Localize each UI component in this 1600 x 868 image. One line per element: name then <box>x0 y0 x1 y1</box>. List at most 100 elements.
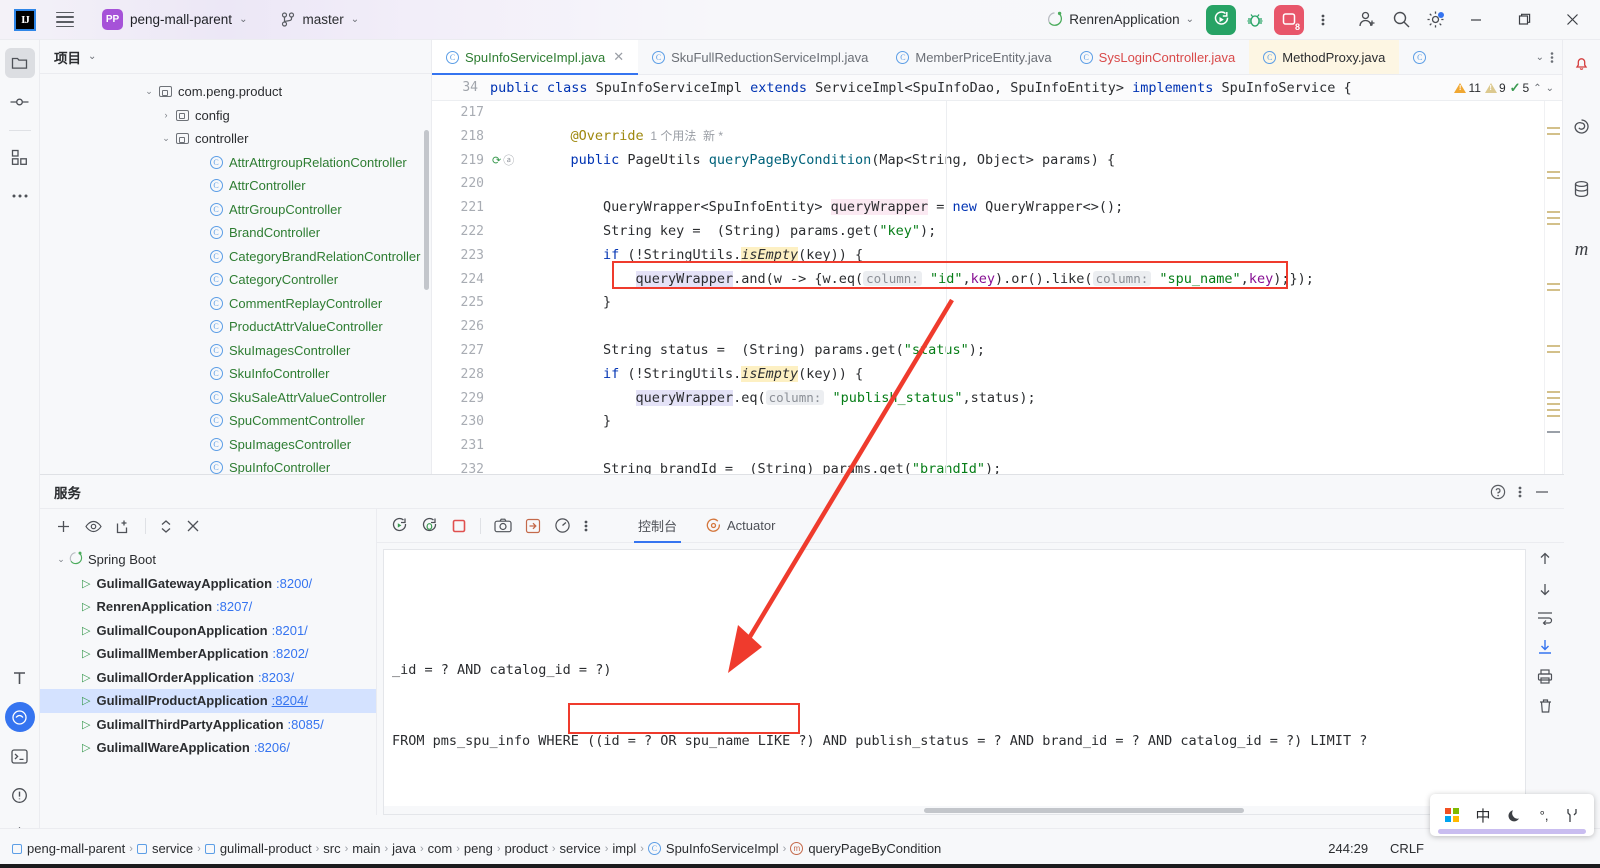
camera-icon[interactable] <box>494 518 512 533</box>
notifications-icon[interactable] <box>1567 48 1597 78</box>
run-icon[interactable]: ▷ <box>82 741 90 754</box>
service-port-link[interactable]: :8203/ <box>258 670 294 685</box>
chevron-down-icon[interactable]: ⌄ <box>159 133 173 144</box>
service-node[interactable]: ▷ RenrenApplication:8207/ <box>40 595 376 619</box>
breadcrumb-item[interactable]: C SpuInfoServiceImpl <box>647 841 779 856</box>
run-icon[interactable]: ▷ <box>82 718 90 731</box>
breadcrumb-item[interactable]: peng-mall-parent <box>12 841 125 856</box>
scroll-to-end-icon[interactable] <box>1537 639 1553 655</box>
sidebar-item-structure[interactable] <box>5 142 35 172</box>
stop-services-button[interactable]: 8 <box>1274 4 1304 35</box>
project-selector[interactable]: PP peng-mall-parent ⌄ <box>96 6 253 33</box>
stop-icon[interactable] <box>451 518 467 534</box>
console-horizontal-scrollbar[interactable] <box>384 806 1525 814</box>
sidebar-item-structure-t[interactable] <box>5 663 35 693</box>
expand-collapse-icon[interactable] <box>160 519 172 534</box>
error-stripe-marker-bar[interactable] <box>1544 101 1562 474</box>
inspection-widget[interactable]: 11 9 ✓ 5 ⌃ ⌄ <box>1454 75 1554 101</box>
more-actions-button[interactable] <box>1308 5 1338 35</box>
tree-node[interactable]: C CategoryBrandRelationController <box>40 245 431 269</box>
service-node[interactable]: ▷ GulimallCouponApplication:8201/ <box>40 619 376 643</box>
override-gutter-icon[interactable]: ⓐ <box>503 149 514 173</box>
service-port-link[interactable]: :8201/ <box>272 623 308 638</box>
tree-node[interactable]: C ProductAttrValueController <box>40 315 431 339</box>
console-output[interactable]: _id = ? AND catalog_id = ?) FROM pms_spu… <box>383 549 1526 815</box>
run-gutter-icon[interactable]: ⟳ <box>492 149 501 173</box>
tree-node[interactable]: C AttrGroupController <box>40 198 431 222</box>
warnings-badge[interactable]: 11 <box>1454 81 1481 95</box>
breadcrumb-item[interactable]: service <box>560 841 601 856</box>
tree-node[interactable]: › config <box>40 104 431 128</box>
hamburger-icon[interactable] <box>56 11 74 28</box>
code-editor[interactable]: 217 218 @Override 1 个用法 新 * 219 ⟳ ⓐ publi… <box>432 101 1562 474</box>
tab-actuator[interactable]: Actuator <box>698 509 783 543</box>
tree-node[interactable]: C SkuInfoController <box>40 362 431 386</box>
maximize-window-button[interactable] <box>1502 0 1546 40</box>
run-button[interactable] <box>1206 4 1236 35</box>
add-icon[interactable] <box>56 519 71 534</box>
open-icon[interactable] <box>116 519 131 534</box>
chevron-down-icon[interactable]: ⌄ <box>88 51 96 62</box>
tree-node[interactable]: C AttrAttrgroupRelationController <box>40 151 431 175</box>
run-icon[interactable]: ▷ <box>82 624 90 637</box>
checks-badge[interactable]: ✓ 5 <box>1510 80 1530 96</box>
moon-icon[interactable] <box>1508 808 1523 823</box>
breadcrumb-item[interactable]: m queryPageByCondition <box>790 841 941 856</box>
editor-tab-partial[interactable]: C <box>1399 40 1440 74</box>
service-node[interactable]: ▷ GulimallMemberApplication:8202/ <box>40 642 376 666</box>
chevron-right-icon[interactable]: › <box>159 110 173 120</box>
editor-tab[interactable]: C SkuFullReductionServiceImpl.java <box>638 40 882 74</box>
rerun-icon[interactable] <box>391 517 408 534</box>
chevron-up-icon[interactable]: ⌃ <box>1533 83 1541 94</box>
breadcrumb-item[interactable]: peng <box>464 841 493 856</box>
rerun-debug-icon[interactable] <box>421 517 438 534</box>
run-icon[interactable]: ▷ <box>82 647 90 660</box>
service-node[interactable]: ⌄ Spring Boot <box>40 548 376 572</box>
clear-all-icon[interactable] <box>1538 698 1553 714</box>
sidebar-item-project[interactable] <box>4 48 35 78</box>
chevron-down-icon[interactable]: ⌄ <box>1536 52 1544 63</box>
service-port-link[interactable]: :8207/ <box>216 599 252 614</box>
database-icon[interactable] <box>1567 174 1597 204</box>
minimize-icon[interactable] <box>1534 484 1550 500</box>
scroll-down-icon[interactable] <box>1537 581 1553 597</box>
line-separator[interactable]: CRLF <box>1390 841 1424 856</box>
close-window-button[interactable] <box>1550 0 1594 40</box>
settings-button[interactable] <box>1420 5 1450 35</box>
tree-node[interactable]: C BrandController <box>40 221 431 245</box>
maven-icon[interactable]: m <box>1567 235 1597 265</box>
tree-node[interactable]: C SpuImagesController <box>40 433 431 457</box>
sidebar-item-more-tool-windows[interactable] <box>5 181 35 211</box>
sidebar-item-problems[interactable] <box>5 780 35 810</box>
tree-node[interactable]: C CategoryController <box>40 268 431 292</box>
tree-node[interactable]: C SpuCommentController <box>40 409 431 433</box>
breadcrumb-item[interactable]: main <box>352 841 380 856</box>
service-node[interactable]: ▷ GulimallGatewayApplication:8200/ <box>40 572 376 596</box>
show-icon[interactable] <box>85 520 102 533</box>
service-port-link[interactable]: :8202/ <box>272 646 308 661</box>
weak-warnings-badge[interactable]: 9 <box>1484 81 1506 95</box>
more-vertical-icon[interactable] <box>584 518 588 534</box>
tree-node[interactable]: C SkuImagesController <box>40 339 431 363</box>
close-all-icon[interactable] <box>186 519 200 533</box>
service-port-link[interactable]: :8206/ <box>254 740 290 755</box>
tree-node[interactable]: C SkuSaleAttrValueController <box>40 386 431 410</box>
branch-selector[interactable]: master ⌄ <box>275 9 365 30</box>
tab-console[interactable]: 控制台 <box>630 509 685 543</box>
breadcrumb-item[interactable]: com <box>428 841 453 856</box>
run-configuration-selector[interactable]: RenrenApplication ⌄ <box>1038 8 1202 31</box>
breadcrumb-item[interactable]: src <box>323 841 340 856</box>
degree-icon[interactable]: °, <box>1540 808 1549 823</box>
search-everywhere-button[interactable] <box>1386 5 1416 35</box>
pin-icon[interactable] <box>1565 808 1579 823</box>
editor-tab[interactable]: C MethodProxy.java <box>1249 40 1400 74</box>
service-node[interactable]: ▷ GulimallWareApplication:8206/ <box>40 736 376 760</box>
service-port-link[interactable]: :8200/ <box>276 576 312 591</box>
add-user-button[interactable] <box>1352 5 1382 35</box>
sidebar-item-terminal[interactable] <box>5 741 35 771</box>
sidebar-item-commit[interactable] <box>5 87 35 117</box>
profiler-icon[interactable] <box>554 517 571 534</box>
debug-button[interactable] <box>1240 5 1270 35</box>
run-icon[interactable]: ▷ <box>82 600 90 613</box>
tree-node[interactable]: C CommentReplayController <box>40 292 431 316</box>
